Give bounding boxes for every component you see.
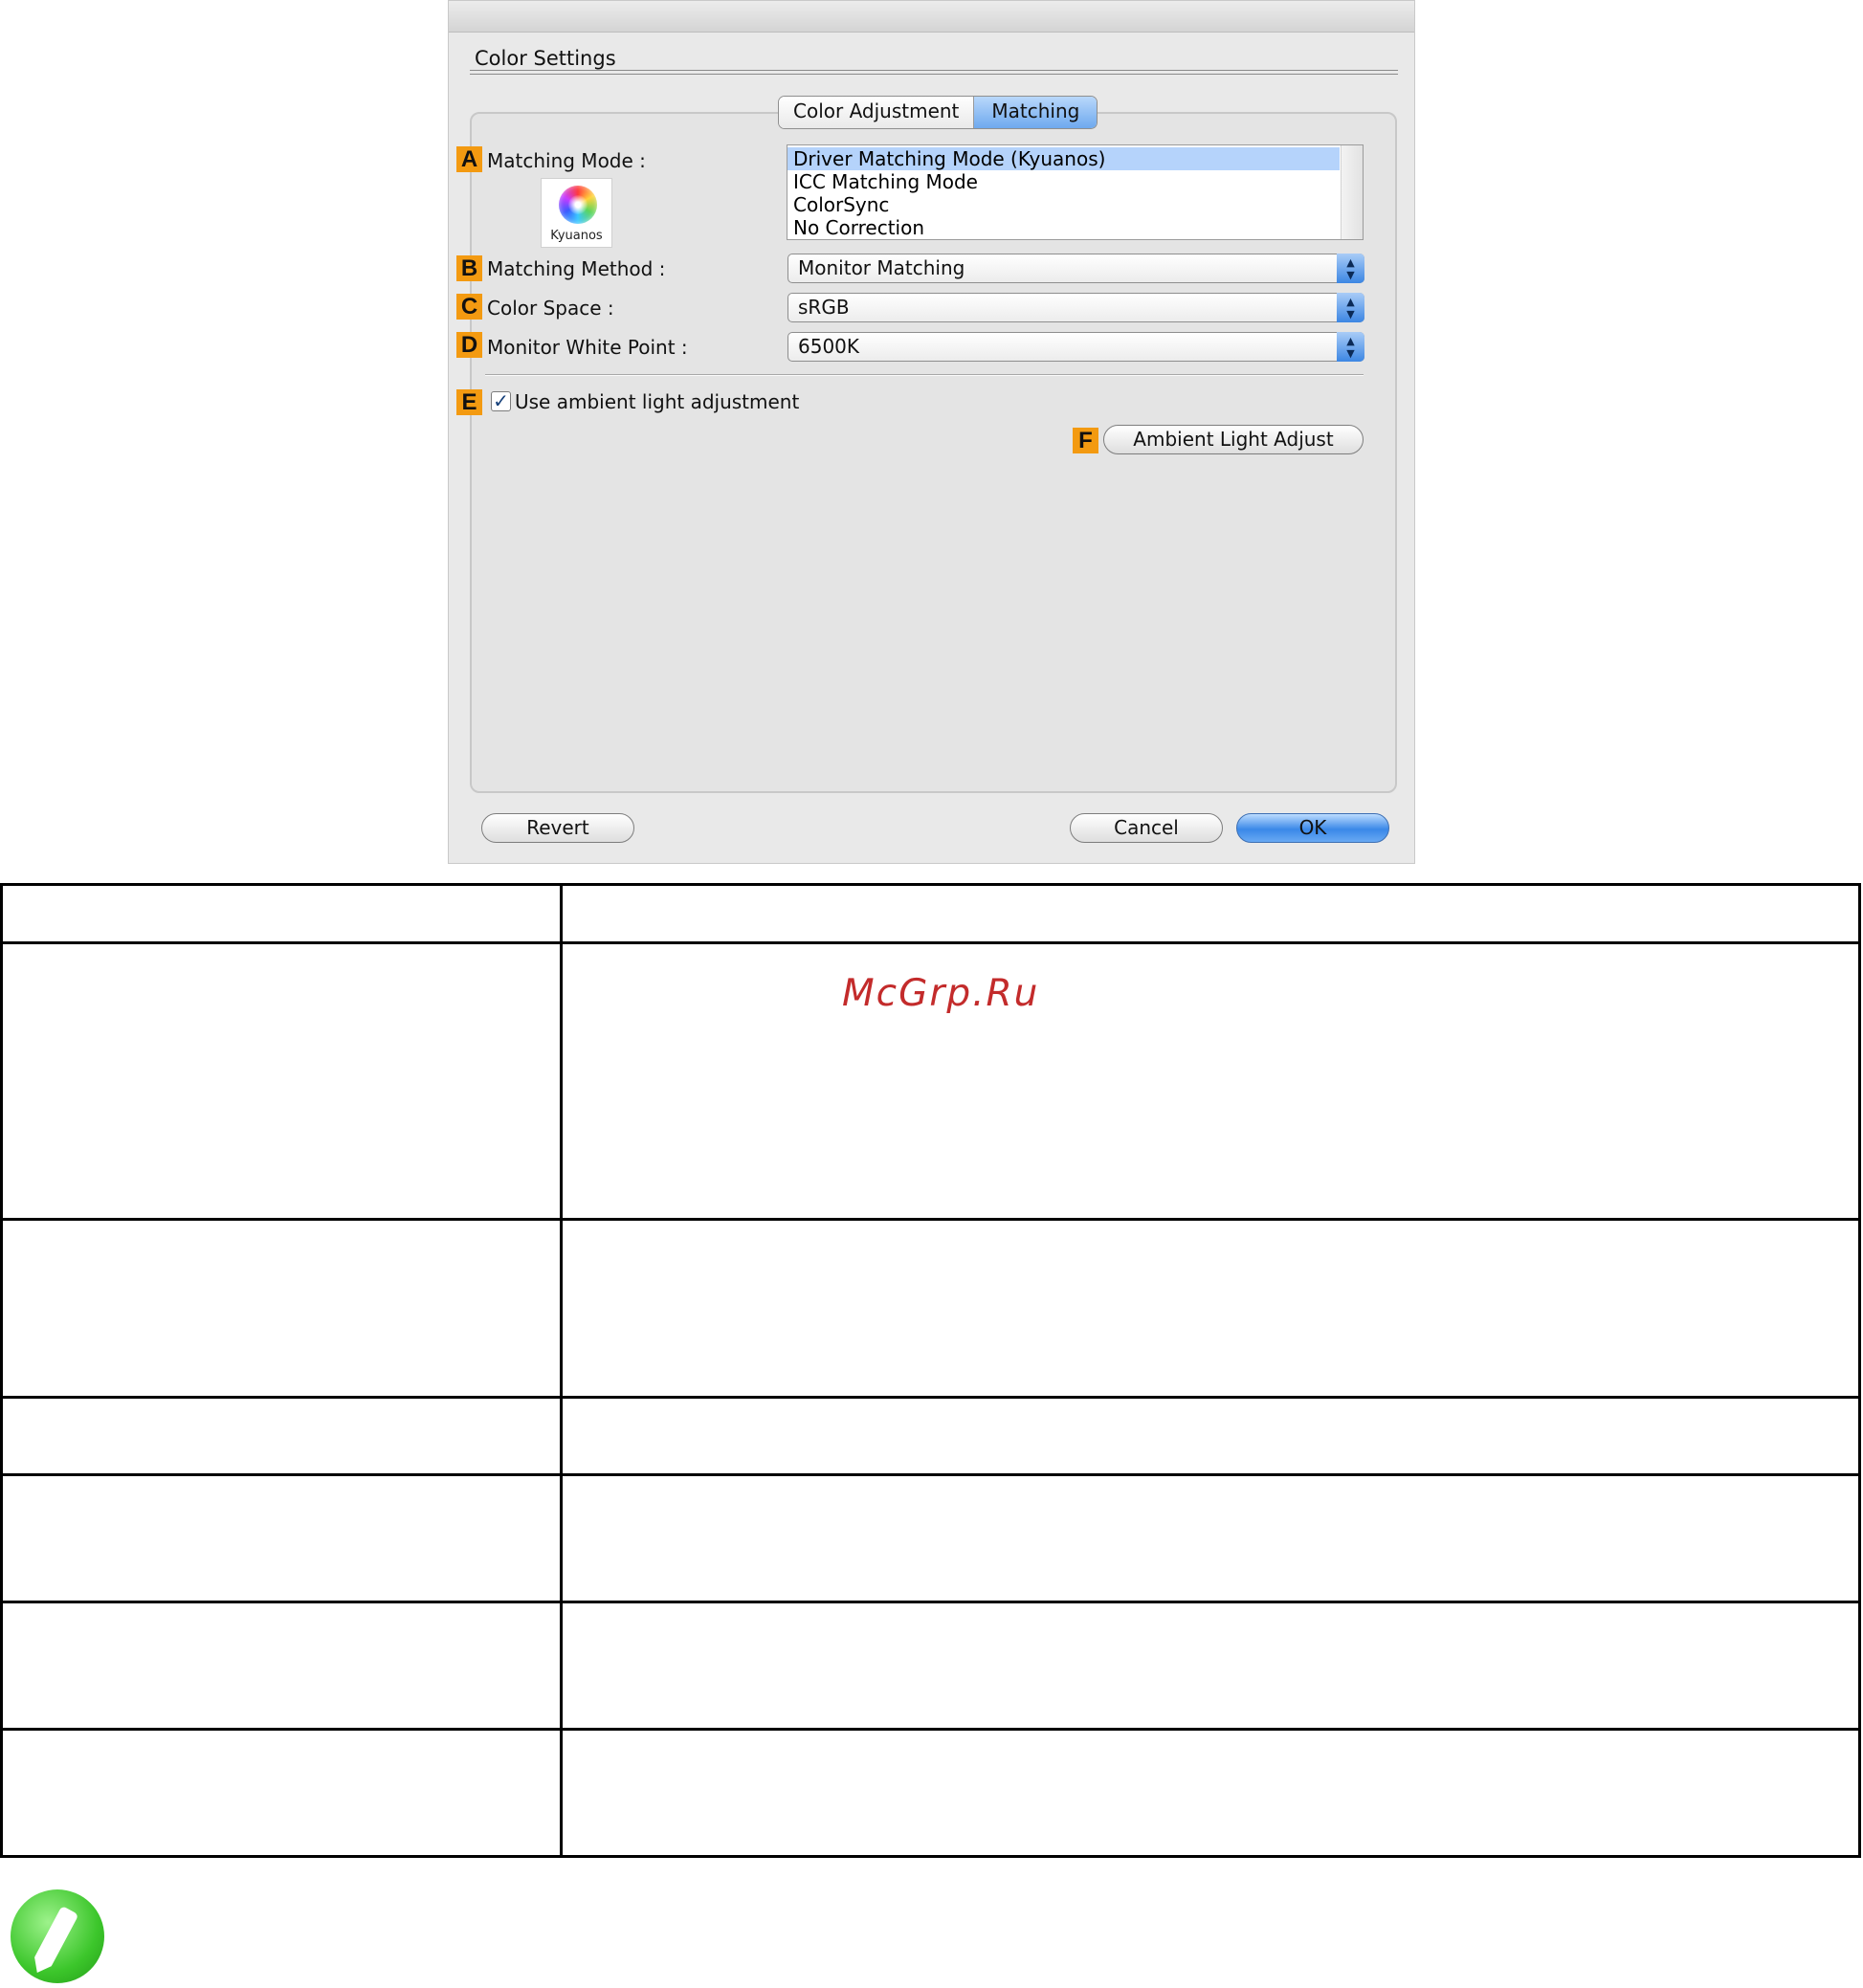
updown-arrows-icon: ▲ ▼: [1337, 293, 1364, 322]
table-cell: [560, 1473, 1861, 1603]
table-header-row: [0, 883, 1861, 944]
table-cell: [0, 941, 563, 1221]
table-row: [0, 1728, 1861, 1858]
list-scrollbar[interactable]: [1341, 145, 1363, 239]
callout-badge-e: E: [456, 389, 482, 415]
matching-mode-label: Matching Mode :: [487, 149, 646, 172]
monitor-white-point-select[interactable]: 6500K ▲ ▼: [787, 332, 1364, 362]
panel-divider: [485, 374, 1364, 376]
matching-method-label: Matching Method :: [487, 257, 666, 280]
updown-arrows-icon: ▲ ▼: [1337, 332, 1364, 362]
tab-matching[interactable]: Matching: [974, 97, 1098, 128]
table-cell: [0, 1473, 563, 1603]
table-cell: [0, 1728, 563, 1858]
table-row: [0, 1396, 1861, 1476]
table-row: [0, 1473, 1861, 1603]
kyuanos-logo: Kyuanos: [541, 178, 612, 248]
matching-method-select[interactable]: Monitor Matching ▲ ▼: [787, 254, 1364, 283]
table-cell: [560, 1396, 1861, 1476]
section-title: Color Settings: [475, 47, 616, 70]
ok-button[interactable]: OK: [1236, 813, 1389, 843]
pencil-icon: [33, 1905, 79, 1968]
pencil-note-icon: [11, 1889, 104, 1983]
matching-mode-list[interactable]: Driver Matching Mode (Kyuanos) ICC Match…: [787, 144, 1364, 240]
tab-color-adjustment[interactable]: Color Adjustment: [779, 97, 975, 128]
updown-arrows-icon: ▲ ▼: [1337, 254, 1364, 283]
table-cell: [560, 1601, 1861, 1731]
cancel-button[interactable]: Cancel: [1070, 813, 1223, 843]
ambient-light-label: Use ambient light adjustment: [515, 390, 800, 413]
color-settings-dialog: Color Settings Color Adjustment Matching…: [448, 0, 1415, 864]
table-cell: [0, 1396, 563, 1476]
callout-badge-d: D: [456, 332, 482, 358]
color-wheel-icon: [559, 186, 597, 224]
list-item-icc-matching[interactable]: ICC Matching Mode: [787, 170, 1340, 193]
section-divider: [470, 70, 1398, 75]
table-row: [0, 1218, 1861, 1399]
callout-badge-a: A: [456, 146, 482, 172]
matching-method-value: Monitor Matching: [798, 256, 965, 279]
table-cell: [560, 1728, 1861, 1858]
table-cell: [0, 1218, 563, 1399]
monitor-white-point-value: 6500K: [798, 335, 860, 358]
color-space-select[interactable]: sRGB ▲ ▼: [787, 293, 1364, 322]
watermark-text: McGrp.Ru: [842, 972, 1040, 1015]
table-cell: [0, 1601, 563, 1731]
table-header-cell: [0, 883, 563, 944]
ambient-light-adjust-button[interactable]: Ambient Light Adjust: [1103, 425, 1364, 454]
list-item-colorsync[interactable]: ColorSync: [787, 193, 1340, 216]
table-cell: [560, 1218, 1861, 1399]
tab-bar: Color Adjustment Matching: [778, 96, 1098, 129]
table-cell: [560, 941, 1861, 1221]
table-row: [0, 1601, 1861, 1731]
window-titlebar[interactable]: [449, 1, 1414, 33]
callout-badge-f: F: [1073, 428, 1098, 453]
callout-badge-b: B: [456, 255, 482, 281]
color-space-label: Color Space :: [487, 297, 614, 320]
settings-description-table: [0, 883, 1861, 1858]
kyuanos-logo-caption: Kyuanos: [550, 229, 603, 243]
list-item-no-correction[interactable]: No Correction: [787, 216, 1340, 239]
callout-badge-c: C: [456, 294, 482, 320]
color-space-value: sRGB: [798, 296, 850, 319]
list-item-driver-matching[interactable]: Driver Matching Mode (Kyuanos): [787, 147, 1340, 170]
table-header-cell: [560, 883, 1861, 944]
ambient-light-checkbox[interactable]: ✓: [491, 391, 511, 411]
revert-button[interactable]: Revert: [481, 813, 634, 843]
monitor-white-point-label: Monitor White Point :: [487, 336, 688, 359]
